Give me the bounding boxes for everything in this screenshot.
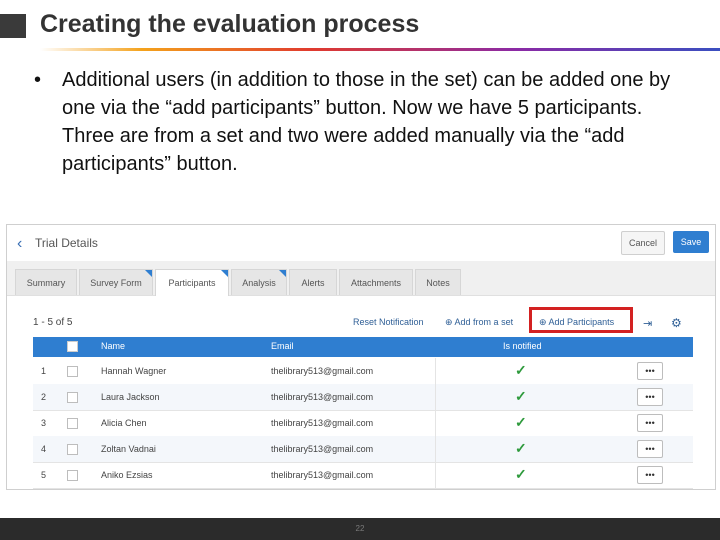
column-header-notified[interactable]: Is notified <box>503 341 542 351</box>
trial-details-screenshot: ‹ Trial Details Cancel Save Summary Surv… <box>6 224 716 490</box>
row-number: 5 <box>41 470 47 480</box>
tab-corner-marker <box>221 270 228 277</box>
back-chevron-icon[interactable]: ‹ <box>17 235 22 253</box>
tab-corner-marker <box>145 270 152 277</box>
tab-summary[interactable]: Summary <box>15 269 77 295</box>
participant-name: Hannah Wagner <box>101 366 167 376</box>
participant-email: thelibrary513@gmail.com <box>271 444 374 454</box>
tab-participants[interactable]: Participants <box>155 269 229 296</box>
table-row[interactable]: 3 Alicia Chen thelibrary513@gmail.com ✓ … <box>33 410 693 437</box>
column-header-name[interactable]: Name <box>101 341 125 351</box>
tab-alerts[interactable]: Alerts <box>289 269 337 295</box>
column-header-email[interactable]: Email <box>271 341 294 351</box>
table-header <box>33 337 693 357</box>
table-row[interactable]: 4 Zoltan Vadnai thelibrary513@gmail.com … <box>33 436 693 463</box>
participant-email: thelibrary513@gmail.com <box>271 392 374 402</box>
row-actions-button[interactable]: ••• <box>637 388 663 406</box>
participant-name: Alicia Chen <box>101 418 147 428</box>
row-actions-button[interactable]: ••• <box>637 466 663 484</box>
gear-icon[interactable]: ⚙ <box>671 316 682 330</box>
row-actions-button[interactable]: ••• <box>637 440 663 458</box>
select-all-checkbox[interactable] <box>67 341 78 352</box>
checkmark-icon: ✓ <box>515 388 527 404</box>
bullet-icon: • <box>34 69 42 91</box>
tab-survey-form[interactable]: Survey Form <box>79 269 153 295</box>
row-checkbox[interactable] <box>67 470 78 481</box>
column-divider <box>435 384 436 410</box>
row-checkbox[interactable] <box>67 392 78 403</box>
participant-email: thelibrary513@gmail.com <box>271 470 374 480</box>
row-checkbox[interactable] <box>67 444 78 455</box>
title-underline <box>40 48 720 51</box>
table-row[interactable]: 1 Hannah Wagner thelibrary513@gmail.com … <box>33 358 693 385</box>
column-divider <box>435 462 436 488</box>
export-icon[interactable]: ⇥ <box>643 317 652 330</box>
row-number: 3 <box>41 418 47 428</box>
participant-name: Laura Jackson <box>101 392 160 402</box>
participant-name: Zoltan Vadnai <box>101 444 156 454</box>
reset-notification-link[interactable]: Reset Notification <box>353 317 424 327</box>
participant-email: thelibrary513@gmail.com <box>271 366 374 376</box>
row-checkbox[interactable] <box>67 366 78 377</box>
participant-email: thelibrary513@gmail.com <box>271 418 374 428</box>
checkmark-icon: ✓ <box>515 362 527 378</box>
tab-analysis[interactable]: Analysis <box>231 269 287 295</box>
save-button[interactable]: Save <box>673 231 709 253</box>
tab-corner-marker <box>279 270 286 277</box>
title-marker <box>0 14 26 38</box>
results-count: 1 - 5 of 5 <box>33 317 73 328</box>
row-number: 4 <box>41 444 47 454</box>
row-actions-button[interactable]: ••• <box>637 414 663 432</box>
tab-notes[interactable]: Notes <box>415 269 461 295</box>
bullet-text: Additional users (in addition to those i… <box>62 69 671 175</box>
row-checkbox[interactable] <box>67 418 78 429</box>
column-divider <box>435 358 436 384</box>
page-title: Trial Details <box>35 236 98 250</box>
row-actions-button[interactable]: ••• <box>637 362 663 380</box>
page-number: 22 <box>355 524 365 533</box>
row-number: 1 <box>41 366 47 376</box>
checkmark-icon: ✓ <box>515 440 527 456</box>
row-number: 2 <box>41 392 47 402</box>
column-divider <box>435 410 436 436</box>
column-divider <box>435 436 436 462</box>
participant-name: Aniko Ezsias <box>101 470 153 480</box>
tab-attachments[interactable]: Attachments <box>339 269 413 295</box>
slide-title: Creating the evaluation process <box>40 10 420 38</box>
checkmark-icon: ✓ <box>515 414 527 430</box>
checkmark-icon: ✓ <box>515 466 527 482</box>
cancel-button[interactable]: Cancel <box>621 231 665 255</box>
table-row[interactable]: 2 Laura Jackson thelibrary513@gmail.com … <box>33 384 693 411</box>
add-from-set-link[interactable]: ⊕ Add from a set <box>445 317 513 328</box>
table-row[interactable]: 5 Aniko Ezsias thelibrary513@gmail.com ✓… <box>33 462 693 489</box>
highlight-box <box>529 307 633 333</box>
